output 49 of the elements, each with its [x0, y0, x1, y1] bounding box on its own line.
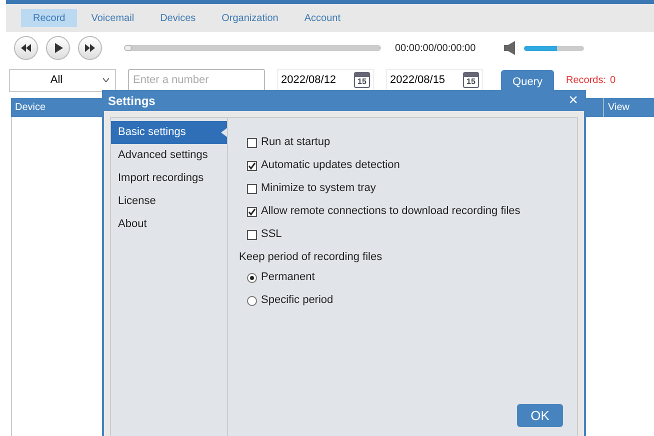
sidebar-item[interactable]: Basic settings — [111, 121, 227, 144]
number-field[interactable]: Enter a number — [128, 68, 265, 92]
column-header: Device — [14, 101, 46, 115]
checkbox[interactable] — [247, 230, 257, 240]
play-icon — [54, 43, 62, 53]
option-label: Automatic updates detection — [261, 158, 400, 174]
option-label: Permanent — [261, 270, 315, 286]
calendar-icon[interactable]: 15 — [463, 72, 479, 88]
pointer-icon — [221, 128, 227, 137]
checkbox[interactable] — [247, 184, 257, 194]
radio-button[interactable] — [247, 272, 257, 282]
check-icon — [248, 162, 256, 170]
check-icon — [248, 208, 256, 216]
section-label: Keep period of recording files — [239, 250, 384, 265]
type-select[interactable]: All — [9, 68, 116, 92]
fast-forward-icon — [85, 44, 95, 52]
records-count: 0 — [610, 74, 616, 88]
ok-button[interactable]: OK — [517, 404, 563, 427]
option-label: SSL — [261, 227, 282, 242]
fast-forward-button[interactable] — [78, 36, 102, 60]
nav-tab[interactable]: Account — [292, 9, 352, 27]
sidebar-item[interactable]: License — [111, 190, 227, 213]
checkbox[interactable] — [247, 160, 257, 170]
nav-tab[interactable]: Devices — [148, 9, 208, 27]
option-label: Allow remote connections to download recording files — [261, 204, 520, 220]
sidebar-item[interactable]: Import recordings — [111, 167, 227, 190]
nav-tab[interactable]: Organization — [210, 9, 290, 27]
option-label: Run at startup — [261, 135, 330, 150]
play-button[interactable] — [46, 36, 70, 60]
progress-track[interactable] — [124, 45, 381, 51]
nav-tab[interactable]: Voicemail — [79, 9, 146, 27]
dialog-title: Settings — [108, 92, 156, 110]
sidebar-item[interactable]: About — [111, 213, 227, 236]
volume-track[interactable] — [524, 46, 584, 50]
speaker-icon[interactable] — [504, 41, 516, 55]
checkbox[interactable] — [247, 138, 257, 148]
chevron-icon — [103, 78, 109, 82]
calendar-icon[interactable]: 15 — [354, 72, 370, 88]
records-label: Records: — [566, 74, 606, 88]
option-label: Specific period — [261, 293, 334, 308]
checkbox[interactable] — [247, 206, 257, 216]
sidebar-item[interactable]: Advanced settings — [111, 144, 227, 167]
column-header: View — [603, 98, 654, 117]
radio-button[interactable] — [247, 296, 257, 306]
time-readout: 00:00:00/00:00:00 — [395, 42, 476, 56]
rewind-icon — [21, 44, 31, 52]
rewind-button[interactable] — [14, 36, 38, 60]
close-button[interactable]: × — [566, 92, 580, 108]
option-label: Minimize to system tray — [261, 181, 376, 196]
